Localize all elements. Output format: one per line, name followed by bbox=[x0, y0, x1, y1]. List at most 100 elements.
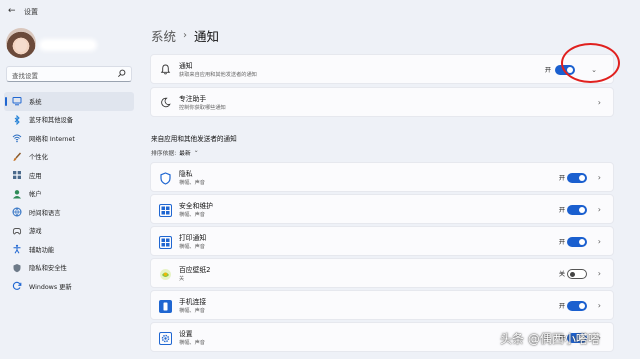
focus-assist-subtitle: 控制你获取哪些通知 bbox=[179, 105, 226, 111]
sidebar-item-gaming[interactable]: 游戏 bbox=[4, 222, 134, 241]
app-sub: 横幅、声音 bbox=[179, 308, 205, 314]
app-name: 隐私 bbox=[179, 170, 193, 178]
search-icon[interactable] bbox=[117, 69, 126, 78]
focus-assist-title: 专注助手 bbox=[179, 95, 207, 103]
app-name: 打印通知 bbox=[179, 234, 207, 242]
app-toggle-label: 开 bbox=[558, 239, 565, 246]
sidebar-item-bluetooth[interactable]: 蓝牙和其他设备 bbox=[4, 111, 134, 130]
app-toggle[interactable] bbox=[567, 173, 587, 183]
sidebar-item-label: 辅助功能 bbox=[29, 246, 55, 254]
sidebar-item-system[interactable]: 系统 bbox=[4, 92, 134, 111]
focus-assist-card[interactable]: 专注助手 控制你获取哪些通知 › bbox=[150, 87, 614, 117]
globe-clock-icon bbox=[12, 207, 22, 217]
sidebar-item-label: 游戏 bbox=[29, 228, 42, 236]
back-arrow-icon[interactable]: ← bbox=[8, 6, 16, 16]
page-title: 通知 bbox=[194, 29, 220, 44]
chevron-right-icon: › bbox=[183, 30, 188, 41]
breadcrumb-parent[interactable]: 系统 bbox=[151, 26, 176, 45]
app-name: 设置 bbox=[179, 330, 193, 338]
section-title: 来自应用和其他发送者的通知 bbox=[151, 135, 237, 143]
chevron-right-icon[interactable]: › bbox=[598, 98, 601, 107]
chevron-right-icon[interactable]: › bbox=[598, 173, 601, 182]
redacted-username bbox=[42, 42, 94, 48]
notifications-toggle-label: 开 bbox=[544, 67, 551, 74]
app-toggle-label: 开 bbox=[558, 175, 565, 182]
annotation-circle bbox=[561, 43, 620, 83]
sidebar-item-label: 帐户 bbox=[29, 191, 42, 199]
sidebar-item-label: 应用 bbox=[29, 172, 42, 180]
privacy-shield-icon bbox=[159, 172, 172, 185]
apps-icon bbox=[12, 170, 22, 180]
app-toggle-label: 开 bbox=[558, 207, 565, 214]
gamepad-icon bbox=[12, 226, 22, 236]
print-notification-icon bbox=[159, 236, 172, 249]
chevron-right-icon[interactable]: › bbox=[598, 205, 601, 214]
app-toggle[interactable] bbox=[567, 301, 587, 311]
monitor-icon bbox=[12, 96, 22, 106]
sort-value: 最新 bbox=[179, 151, 191, 157]
shield-icon bbox=[12, 263, 22, 273]
settings-gear-icon bbox=[159, 332, 172, 345]
app-toggle-label: 开 bbox=[558, 303, 565, 310]
sidebar-item-accounts[interactable]: 帐户 bbox=[4, 185, 134, 204]
app-sub: 横幅、声音 bbox=[179, 340, 205, 346]
network-icon bbox=[12, 133, 22, 143]
app-toggle[interactable] bbox=[567, 205, 587, 215]
chevron-right-icon[interactable]: › bbox=[598, 301, 601, 310]
accessibility-icon bbox=[12, 244, 22, 254]
update-icon bbox=[12, 281, 22, 291]
sidebar-nav: 系统 蓝牙和其他设备 网络和 Internet 个性化 应用 帐户 时间和语言 … bbox=[4, 92, 134, 296]
sidebar-item-apps[interactable]: 应用 bbox=[4, 166, 134, 185]
app-name: 手机连接 bbox=[179, 298, 207, 306]
app-toggle[interactable] bbox=[567, 237, 587, 247]
phone-link-icon bbox=[159, 300, 172, 313]
chevron-right-icon[interactable]: › bbox=[598, 237, 601, 246]
sidebar-item-label: Windows 更新 bbox=[29, 283, 72, 291]
breadcrumb: 系统 › 通知 bbox=[151, 26, 219, 45]
window-title: 设置 bbox=[24, 8, 38, 16]
app-row-phone-link[interactable]: 手机连接 横幅、声音 开 › bbox=[150, 290, 614, 320]
notifications-subtitle: 获取来自应用和其他发送者的通知 bbox=[179, 72, 257, 78]
app-row-security-maintenance[interactable]: 安全和维护 横幅、声音 开 › bbox=[150, 194, 614, 224]
app-name: 安全和维护 bbox=[179, 202, 213, 210]
app-row-print-notification[interactable]: 打印通知 横幅、声音 开 › bbox=[150, 226, 614, 256]
chevron-right-icon[interactable]: › bbox=[598, 269, 601, 278]
app-sub: 横幅、声音 bbox=[179, 244, 205, 250]
bluetooth-icon bbox=[12, 114, 22, 125]
app-name: 百应壁纸2 bbox=[179, 266, 211, 274]
app-sub: 横幅、声音 bbox=[179, 180, 205, 186]
app-row-wallpaper[interactable]: 百应壁纸2 关 关 › bbox=[150, 258, 614, 288]
title-bar: ← 设置 bbox=[0, 0, 640, 22]
search-placeholder: 查找设置 bbox=[12, 72, 38, 80]
app-row-privacy[interactable]: 隐私 横幅、声音 开 › bbox=[150, 162, 614, 192]
sidebar-item-label: 网络和 Internet bbox=[29, 135, 75, 143]
sort-label: 排序依据: bbox=[151, 151, 177, 157]
sidebar-item-network[interactable]: 网络和 Internet bbox=[4, 129, 134, 148]
sidebar-item-privacy-security[interactable]: 隐私和安全性 bbox=[4, 259, 134, 278]
sidebar-item-personalization[interactable]: 个性化 bbox=[4, 148, 134, 167]
sort-dropdown[interactable]: 排序依据: 最新 ⌄ bbox=[151, 148, 199, 157]
sidebar-item-label: 时间和语言 bbox=[29, 209, 61, 217]
security-maintenance-icon bbox=[159, 204, 172, 217]
sidebar: 查找设置 系统 蓝牙和其他设备 网络和 Internet 个性化 应用 帐户 时… bbox=[0, 22, 140, 359]
notifications-title: 通知 bbox=[179, 62, 193, 70]
sidebar-item-time-language[interactable]: 时间和语言 bbox=[4, 203, 134, 222]
app-sub: 横幅、声音 bbox=[179, 212, 205, 218]
watermark: 头条 @偶西小嗒嗒 bbox=[500, 332, 600, 346]
notifications-card[interactable]: 通知 获取来自应用和其他发送者的通知 开 ⌄ bbox=[150, 54, 614, 84]
main-content: 系统 › 通知 通知 获取来自应用和其他发送者的通知 开 ⌄ 专注助手 控制你获… bbox=[150, 22, 622, 359]
sidebar-item-label: 蓝牙和其他设备 bbox=[29, 117, 74, 125]
search-input[interactable]: 查找设置 bbox=[6, 66, 132, 82]
wallpaper-app-icon bbox=[159, 268, 172, 281]
sidebar-item-accessibility[interactable]: 辅助功能 bbox=[4, 240, 134, 259]
moon-icon bbox=[160, 97, 171, 108]
sidebar-item-windows-update[interactable]: Windows 更新 bbox=[4, 277, 134, 296]
app-toggle[interactable] bbox=[567, 269, 587, 279]
sidebar-item-label: 系统 bbox=[29, 98, 42, 106]
chevron-down-icon: ⌄ bbox=[193, 148, 199, 154]
avatar[interactable] bbox=[6, 28, 36, 58]
sidebar-item-label: 个性化 bbox=[29, 154, 48, 162]
account-icon bbox=[12, 189, 22, 199]
app-sub: 关 bbox=[179, 276, 185, 282]
bell-icon bbox=[160, 64, 171, 75]
